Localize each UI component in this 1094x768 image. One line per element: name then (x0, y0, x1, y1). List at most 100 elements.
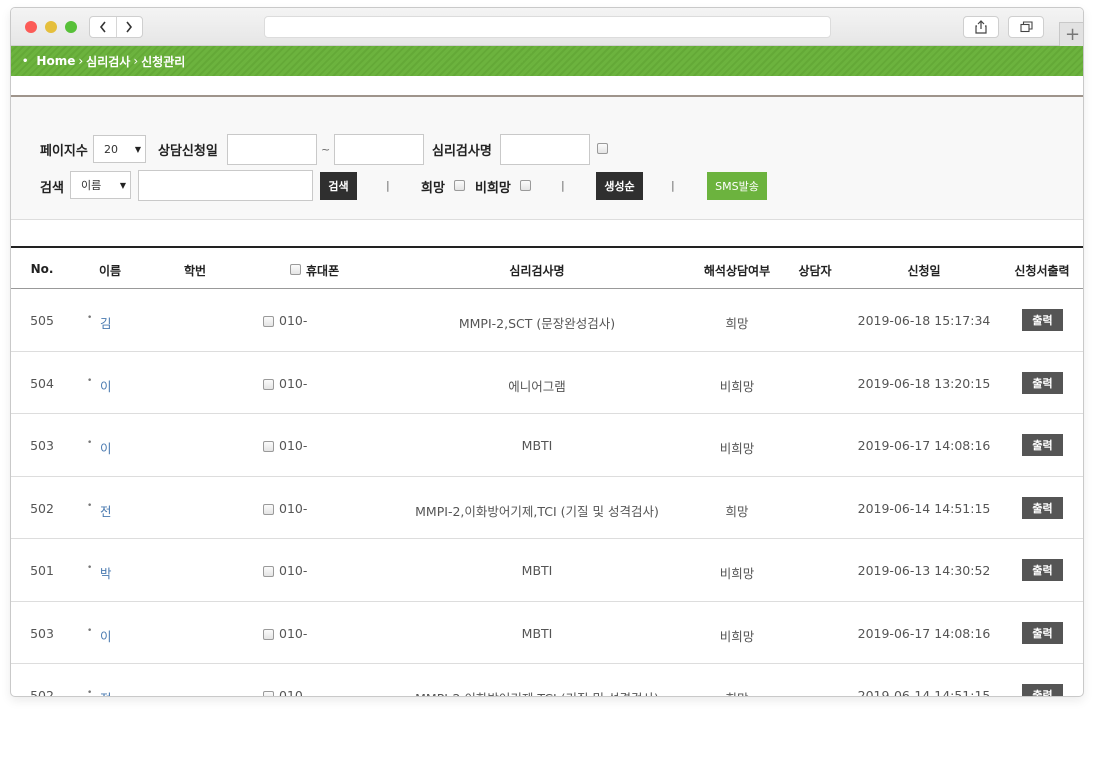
print-button[interactable]: 출력 (1022, 621, 1063, 644)
sms-send-button[interactable]: SMS발송 (707, 172, 767, 200)
no-want-checkbox[interactable] (520, 180, 531, 191)
row-apply-date: 2019-06-17 14:08:16 (857, 438, 991, 453)
row-name-link[interactable]: 전 (100, 688, 112, 696)
table-row: 502 • 전 010- MMPI-2,이화방어기제,TCI (기질 및 성격검사) 희망… (11, 664, 1083, 697)
chevron-left-icon (99, 21, 106, 33)
table-row: 502 • 전 010- MMPI-2,이화방어기제,TCI (기질 및 성격검사) 희망… (11, 477, 1083, 539)
row-phone-checkbox[interactable] (263, 316, 274, 327)
row-apply-date: 2019-06-17 14:08:16 (857, 625, 991, 641)
chevron-right-icon (126, 21, 133, 33)
col-consult: 해석상담여부 (703, 264, 771, 278)
row-consult: 비희망 (719, 378, 755, 394)
col-apply-date: 신청일 (907, 264, 941, 278)
table-row: 501 • 박 010- MBTI 비희망 2019-06-13 14:30:52 출력 (11, 539, 1083, 602)
row-test-name: 에니어그램 (508, 378, 566, 394)
row-consult: 비희망 (719, 441, 755, 456)
row-phone-checkbox[interactable] (263, 441, 274, 452)
test-name-checkbox[interactable] (597, 143, 608, 154)
row-phone: 010- (279, 438, 308, 453)
chevron-right-icon: › (133, 54, 139, 68)
breadcrumb-home[interactable]: Home (36, 54, 75, 68)
row-test-name: MMPI-2,이화방어기제,TCI (기질 및 성격검사) (415, 503, 659, 519)
row-name-link[interactable]: 이 (100, 438, 112, 457)
minimize-window-icon[interactable] (45, 21, 57, 33)
row-phone: 010- (279, 688, 308, 697)
row-apply-date: 2019-06-13 14:30:52 (857, 563, 991, 578)
divider: | (561, 179, 565, 192)
breadcrumb-bullet: • (22, 55, 29, 67)
name-bullet: • (87, 688, 93, 697)
breadcrumb-level1[interactable]: 심리검사 (86, 53, 130, 70)
created-order-button[interactable]: 생성순 (596, 172, 643, 200)
print-button[interactable]: 출력 (1022, 309, 1063, 331)
print-button[interactable]: 출력 (1022, 496, 1063, 519)
row-no: 502 (30, 500, 54, 516)
table-body: 505 • 김 010- MMPI-2,SCT (문장완성검사) 희망 2019-06-18… (11, 289, 1083, 697)
row-no: 503 (30, 438, 54, 453)
apply-date-end-input[interactable] (334, 134, 424, 165)
row-name-link[interactable]: 전 (100, 501, 112, 520)
history-nav (89, 16, 143, 38)
row-name-link[interactable]: 김 (100, 313, 112, 332)
want-checkbox[interactable] (454, 180, 465, 191)
row-no: 504 (30, 375, 54, 391)
col-phone: 휴대폰 (306, 264, 340, 278)
name-bullet: • (87, 375, 93, 386)
breadcrumb-level2[interactable]: 신청관리 (141, 53, 185, 70)
divider: | (671, 179, 675, 192)
print-button[interactable]: 출력 (1022, 434, 1063, 456)
row-apply-date: 2019-06-18 13:20:15 (857, 375, 991, 391)
name-bullet: • (87, 313, 93, 323)
row-phone: 010- (279, 625, 308, 641)
share-button[interactable] (963, 16, 999, 38)
search-input[interactable] (138, 170, 313, 201)
print-button[interactable]: 출력 (1022, 559, 1063, 581)
select-all-checkbox[interactable] (290, 264, 301, 275)
row-name-link[interactable]: 박 (100, 563, 112, 582)
col-no: No. (30, 262, 54, 276)
name-bullet: • (87, 563, 93, 573)
col-student-id: 학번 (183, 264, 207, 278)
col-counselor: 상담자 (798, 264, 832, 278)
forward-button[interactable] (115, 17, 143, 37)
browser-window: + • Home › 심리검사 › 신청관리 페이지수 20 ▼ 상담신청일 ~… (10, 7, 1084, 697)
page-size-label: 페이지수 (40, 144, 88, 159)
close-window-icon[interactable] (25, 21, 37, 33)
row-name-link[interactable]: 이 (100, 376, 112, 395)
row-no: 505 (30, 313, 54, 328)
table-row: 504 • 이 010- 에니어그램 비희망 2019-06-18 13:20:15 출력 (11, 352, 1083, 414)
apply-date-start-input[interactable] (227, 134, 317, 165)
row-test-name: MBTI (521, 625, 553, 641)
new-tab-button[interactable]: + (1059, 22, 1083, 46)
row-name-link[interactable]: 이 (100, 626, 112, 645)
search-button[interactable]: 검색 (320, 172, 357, 200)
zoom-window-icon[interactable] (65, 21, 77, 33)
row-phone: 010- (279, 500, 308, 516)
row-phone-checkbox[interactable] (263, 691, 274, 696)
row-no: 502 (30, 688, 54, 697)
tabs-overview-button[interactable] (1008, 16, 1044, 38)
search-label: 검색 (40, 181, 64, 196)
row-apply-date: 2019-06-18 15:17:34 (857, 313, 991, 328)
row-phone-checkbox[interactable] (263, 566, 274, 577)
name-bullet: • (87, 625, 93, 636)
row-test-name: MBTI (521, 563, 553, 578)
row-phone: 010- (279, 375, 308, 391)
test-name-input[interactable] (500, 134, 590, 165)
application-table: No. 이름 학번 휴대폰 심리검사명 해석상담여부 상담자 신청일 신청서출력… (11, 246, 1083, 697)
want-label: 희망 (421, 181, 445, 196)
row-consult: 희망 (725, 316, 749, 331)
page-size-select[interactable]: 20 ▼ (93, 135, 146, 163)
row-phone-checkbox[interactable] (263, 503, 274, 515)
row-phone-checkbox[interactable] (263, 378, 274, 390)
row-phone-checkbox[interactable] (263, 628, 274, 640)
table-header: No. 이름 학번 휴대폰 심리검사명 해석상담여부 상담자 신청일 신청서출력 (11, 246, 1083, 289)
address-bar[interactable] (264, 16, 831, 38)
name-bullet: • (87, 500, 93, 511)
print-button[interactable]: 출력 (1022, 371, 1063, 394)
search-field-select[interactable]: 이름 ▼ (70, 171, 131, 199)
apply-date-label: 상담신청일 (158, 144, 218, 159)
row-no: 503 (30, 625, 54, 641)
print-button[interactable]: 출력 (1022, 684, 1063, 696)
back-button[interactable] (90, 17, 116, 37)
